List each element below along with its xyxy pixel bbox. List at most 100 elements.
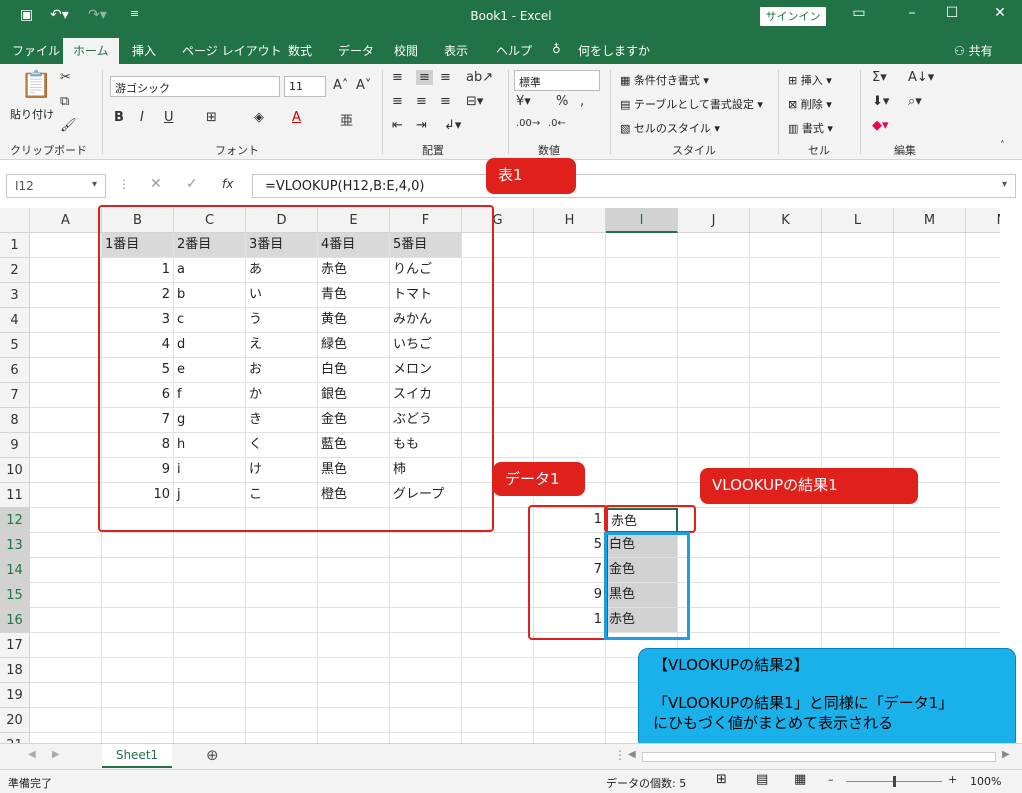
cell[interactable] — [534, 333, 606, 358]
orientation-icon[interactable]: ab↗ — [466, 70, 493, 85]
tab-insert[interactable]: 挿入 — [132, 42, 156, 59]
cell[interactable] — [390, 633, 462, 658]
cell[interactable] — [462, 608, 534, 633]
ribbon-display-icon[interactable]: ▭ — [844, 5, 874, 21]
cell[interactable] — [462, 558, 534, 583]
tab-file[interactable]: ファイル — [12, 42, 60, 59]
cell[interactable] — [534, 233, 606, 258]
cell[interactable] — [246, 683, 318, 708]
cell[interactable] — [678, 308, 750, 333]
cell[interactable] — [174, 633, 246, 658]
cell[interactable] — [966, 383, 1000, 408]
cell[interactable] — [966, 233, 1000, 258]
cell[interactable] — [30, 683, 102, 708]
cell[interactable] — [318, 733, 390, 743]
row-header[interactable]: 19 — [0, 683, 30, 708]
cell[interactable] — [822, 533, 894, 558]
cell[interactable] — [822, 383, 894, 408]
cell[interactable] — [390, 733, 462, 743]
cell[interactable] — [390, 558, 462, 583]
cell[interactable] — [894, 358, 966, 383]
cell[interactable] — [174, 533, 246, 558]
cell[interactable] — [606, 233, 678, 258]
cell[interactable] — [30, 508, 102, 533]
name-box[interactable]: I12 — [6, 174, 106, 198]
minimize-icon[interactable]: – — [897, 5, 927, 21]
cell[interactable] — [606, 283, 678, 308]
cell[interactable] — [30, 633, 102, 658]
column-header[interactable]: L — [822, 208, 894, 233]
row-header[interactable]: 20 — [0, 708, 30, 733]
cell[interactable] — [318, 633, 390, 658]
find-icon[interactable]: ⌕▾ — [908, 94, 922, 109]
cell[interactable] — [966, 258, 1000, 283]
align-bottom-icon[interactable]: ≡ — [440, 70, 451, 85]
cell[interactable] — [678, 258, 750, 283]
zoom-level[interactable]: 100% — [970, 775, 1001, 788]
prev-sheet-icon[interactable]: ◀ — [28, 749, 36, 760]
row-header[interactable]: 18 — [0, 658, 30, 683]
page-break-view-icon[interactable]: ▦ — [794, 772, 806, 787]
cell[interactable] — [30, 658, 102, 683]
column-header[interactable]: I — [606, 208, 678, 233]
cell[interactable] — [894, 258, 966, 283]
cell[interactable] — [462, 658, 534, 683]
tab-help[interactable]: ヘルプ — [496, 42, 532, 59]
cell[interactable] — [534, 283, 606, 308]
cell[interactable] — [174, 583, 246, 608]
cell[interactable] — [750, 408, 822, 433]
cell[interactable] — [102, 683, 174, 708]
fill-icon[interactable]: ⬇▾ — [872, 94, 889, 109]
cell[interactable] — [534, 433, 606, 458]
cell[interactable] — [894, 383, 966, 408]
cell[interactable] — [462, 533, 534, 558]
cell[interactable] — [390, 533, 462, 558]
cell[interactable] — [678, 358, 750, 383]
cell[interactable] — [30, 583, 102, 608]
cell[interactable] — [318, 683, 390, 708]
formula-input[interactable]: =VLOOKUP(H12,B:E,4,0) — [252, 174, 1016, 198]
cell[interactable] — [894, 533, 966, 558]
cell[interactable] — [30, 333, 102, 358]
delete-cells-button[interactable]: ⊠ 削除 ▾ — [788, 96, 832, 112]
cell[interactable] — [606, 358, 678, 383]
align-top-icon[interactable]: ≡ — [392, 70, 403, 85]
clear-icon[interactable]: ◆▾ — [872, 118, 889, 133]
cell[interactable] — [174, 733, 246, 743]
cell[interactable] — [966, 408, 1000, 433]
cell[interactable] — [534, 708, 606, 733]
cell[interactable] — [822, 608, 894, 633]
cell[interactable] — [462, 683, 534, 708]
row-header[interactable]: 12 — [0, 508, 30, 533]
italic-icon[interactable]: I — [140, 110, 144, 125]
cell[interactable] — [822, 283, 894, 308]
cell-styles-button[interactable]: ▧ セルのスタイル ▾ — [620, 120, 720, 136]
collapse-ribbon-icon[interactable]: ˄ — [1000, 140, 1005, 151]
cell[interactable] — [822, 433, 894, 458]
paste-button[interactable]: 貼り付け — [10, 106, 54, 122]
cell[interactable] — [390, 708, 462, 733]
cell[interactable] — [102, 533, 174, 558]
align-right-icon[interactable]: ≡ — [440, 94, 451, 109]
cell[interactable] — [534, 658, 606, 683]
percent-icon[interactable]: % — [556, 94, 568, 109]
comma-icon[interactable]: , — [580, 94, 584, 109]
column-header[interactable]: H — [534, 208, 606, 233]
cell[interactable] — [102, 733, 174, 743]
row-header[interactable]: 9 — [0, 433, 30, 458]
cell[interactable] — [534, 308, 606, 333]
cell[interactable] — [966, 283, 1000, 308]
next-sheet-icon[interactable]: ▶ — [52, 749, 60, 760]
row-header[interactable]: 1 — [0, 233, 30, 258]
cell[interactable] — [966, 433, 1000, 458]
cell[interactable] — [606, 458, 678, 483]
row-header[interactable]: 3 — [0, 283, 30, 308]
zoom-out-icon[interactable]: – — [828, 773, 834, 786]
maximize-icon[interactable]: ☐ — [937, 5, 967, 21]
cell[interactable] — [822, 233, 894, 258]
column-header[interactable]: K — [750, 208, 822, 233]
cell[interactable] — [894, 233, 966, 258]
autosum-icon[interactable]: Σ▾ — [872, 70, 887, 85]
cell[interactable] — [750, 558, 822, 583]
horizontal-scrollbar[interactable] — [642, 752, 996, 762]
